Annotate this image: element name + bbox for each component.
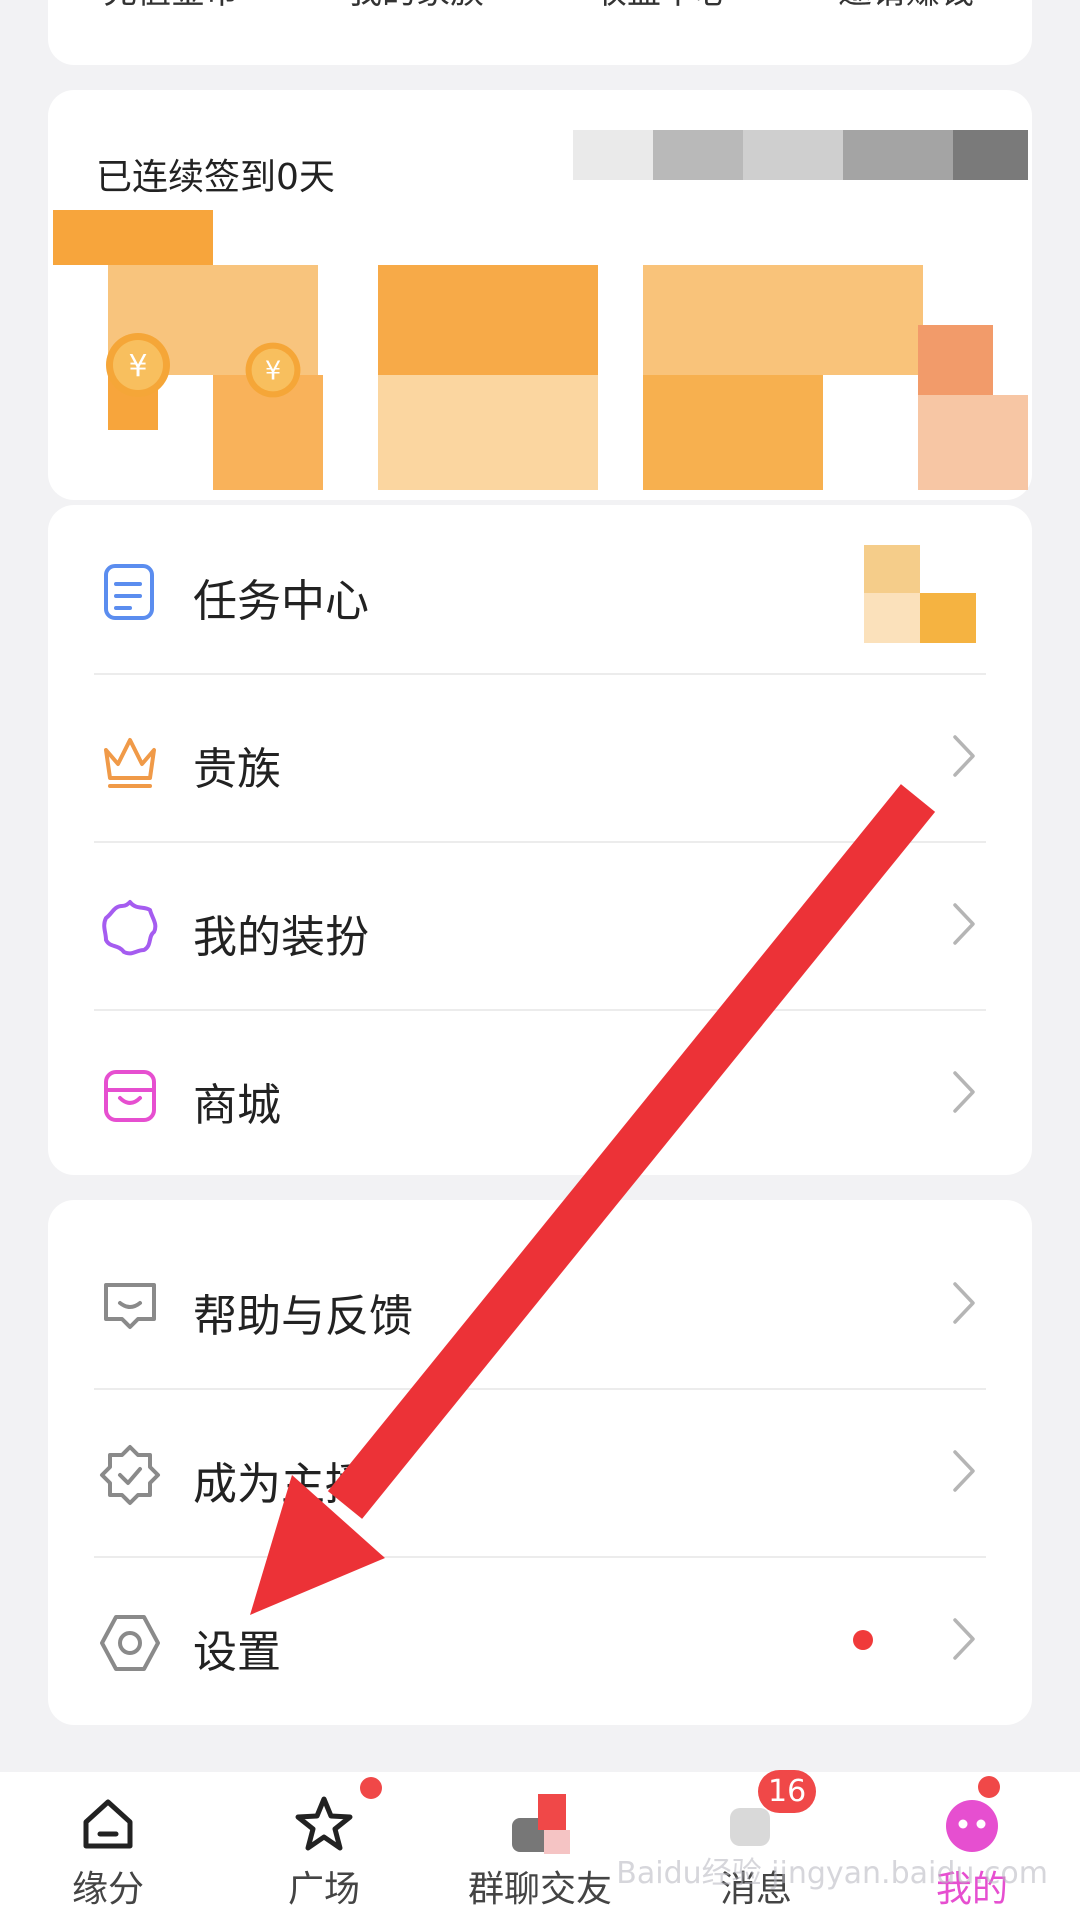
- crown-icon: [104, 738, 156, 788]
- menu-item-label: 成为主播: [193, 1459, 369, 1510]
- blur-block: [953, 130, 1028, 180]
- tab-plaza[interactable]: 广场: [216, 1772, 432, 1920]
- blur-block: [743, 130, 843, 180]
- blur-block: [53, 210, 213, 265]
- coin-icon: ¥: [106, 333, 170, 397]
- menu-item-task-center[interactable]: 任务中心: [48, 505, 1032, 673]
- blur-block: [918, 325, 993, 395]
- sign-in-title: 已连续签到0天: [96, 157, 335, 198]
- settings-icon: [100, 1615, 160, 1671]
- menu-item-label: 任务中心: [193, 576, 369, 627]
- tab-messages[interactable]: 16 消息: [648, 1770, 864, 1920]
- tab-mine[interactable]: 我的: [864, 1772, 1080, 1920]
- bottom-tab-bar: 缘分 广场 群聊交友 16 消息 我的: [0, 1770, 1080, 1920]
- notification-dot: [978, 1776, 1000, 1798]
- tab-label: 广场: [287, 1869, 360, 1910]
- blur-block: [378, 265, 598, 375]
- menu-item-nobility[interactable]: 贵族: [48, 673, 1032, 841]
- coin-icon: ¥: [245, 342, 301, 398]
- menu-item-label: 商城: [193, 1080, 281, 1131]
- menu-item-my-dress-up[interactable]: 我的装扮: [48, 841, 1032, 1009]
- chevron-right-icon: [953, 903, 975, 945]
- menu-item-label: 帮助与反馈: [193, 1291, 413, 1342]
- notification-dot: [360, 1777, 382, 1799]
- support-menu-card: 帮助与反馈 成为主播 设置: [48, 1200, 1032, 1725]
- svg-text:¥: ¥: [128, 349, 147, 384]
- quick-menu-card: 充值金币 我的家族 收益中心 邀请赚钱: [48, 0, 1032, 65]
- main-menu-card: 任务中心 贵族 我的装扮 商城: [48, 505, 1032, 1175]
- sparkle-icon: [102, 900, 158, 956]
- blur-block: [653, 130, 743, 180]
- chevron-right-icon: [953, 1618, 975, 1660]
- menu-item-settings[interactable]: 设置: [48, 1556, 1032, 1724]
- blur-block: [643, 265, 923, 375]
- menu-item-help-feedback[interactable]: 帮助与反馈: [48, 1220, 1032, 1388]
- tab-group-chat[interactable]: 群聊交友: [432, 1772, 648, 1920]
- home-icon: [83, 1799, 133, 1849]
- tab-label: 缘分: [71, 1869, 144, 1910]
- chevron-right-icon: [953, 1071, 975, 1113]
- menu-item-label: 我的装扮: [193, 912, 369, 963]
- tab-fate[interactable]: 缘分: [0, 1772, 216, 1920]
- blur-block: [864, 545, 920, 593]
- sign-in-card[interactable]: 已连续签到0天 ¥ ¥: [48, 90, 1032, 500]
- menu-item-label: 设置: [193, 1627, 281, 1678]
- chat-icon: [104, 1283, 156, 1329]
- avatar-icon: [946, 1800, 998, 1852]
- quick-my-family[interactable]: 我的家族: [348, 0, 484, 13]
- blur-block: [920, 593, 976, 643]
- chevron-right-icon: [953, 1450, 975, 1492]
- quick-earnings-center[interactable]: 收益中心: [593, 0, 729, 13]
- chevron-right-icon: [953, 735, 975, 777]
- menu-item-become-host[interactable]: 成为主播: [48, 1388, 1032, 1556]
- blur-block: [378, 375, 598, 490]
- group-icon: [512, 1794, 570, 1854]
- blur-block: [918, 395, 1028, 490]
- blur-block: [843, 130, 953, 180]
- blur-block: [573, 130, 653, 180]
- quick-recharge-coins[interactable]: 充值金币: [103, 0, 239, 13]
- document-icon: [104, 564, 154, 620]
- menu-item-store[interactable]: 商城: [48, 1009, 1032, 1177]
- star-icon: [295, 1796, 353, 1851]
- store-icon: [104, 1070, 156, 1122]
- message-count-badge: 16: [758, 1770, 817, 1813]
- svg-text:¥: ¥: [265, 356, 281, 386]
- quick-invite-earn[interactable]: 邀请赚钱: [838, 0, 974, 13]
- chevron-right-icon: [953, 1282, 975, 1324]
- menu-item-label: 贵族: [193, 744, 281, 795]
- badge-icon: [100, 1445, 160, 1505]
- blur-block: [864, 593, 920, 643]
- watermark: Baidu经验 jingyan.baidu.com: [616, 1856, 1048, 1891]
- notification-dot: [853, 1630, 873, 1650]
- blur-block: [643, 375, 823, 490]
